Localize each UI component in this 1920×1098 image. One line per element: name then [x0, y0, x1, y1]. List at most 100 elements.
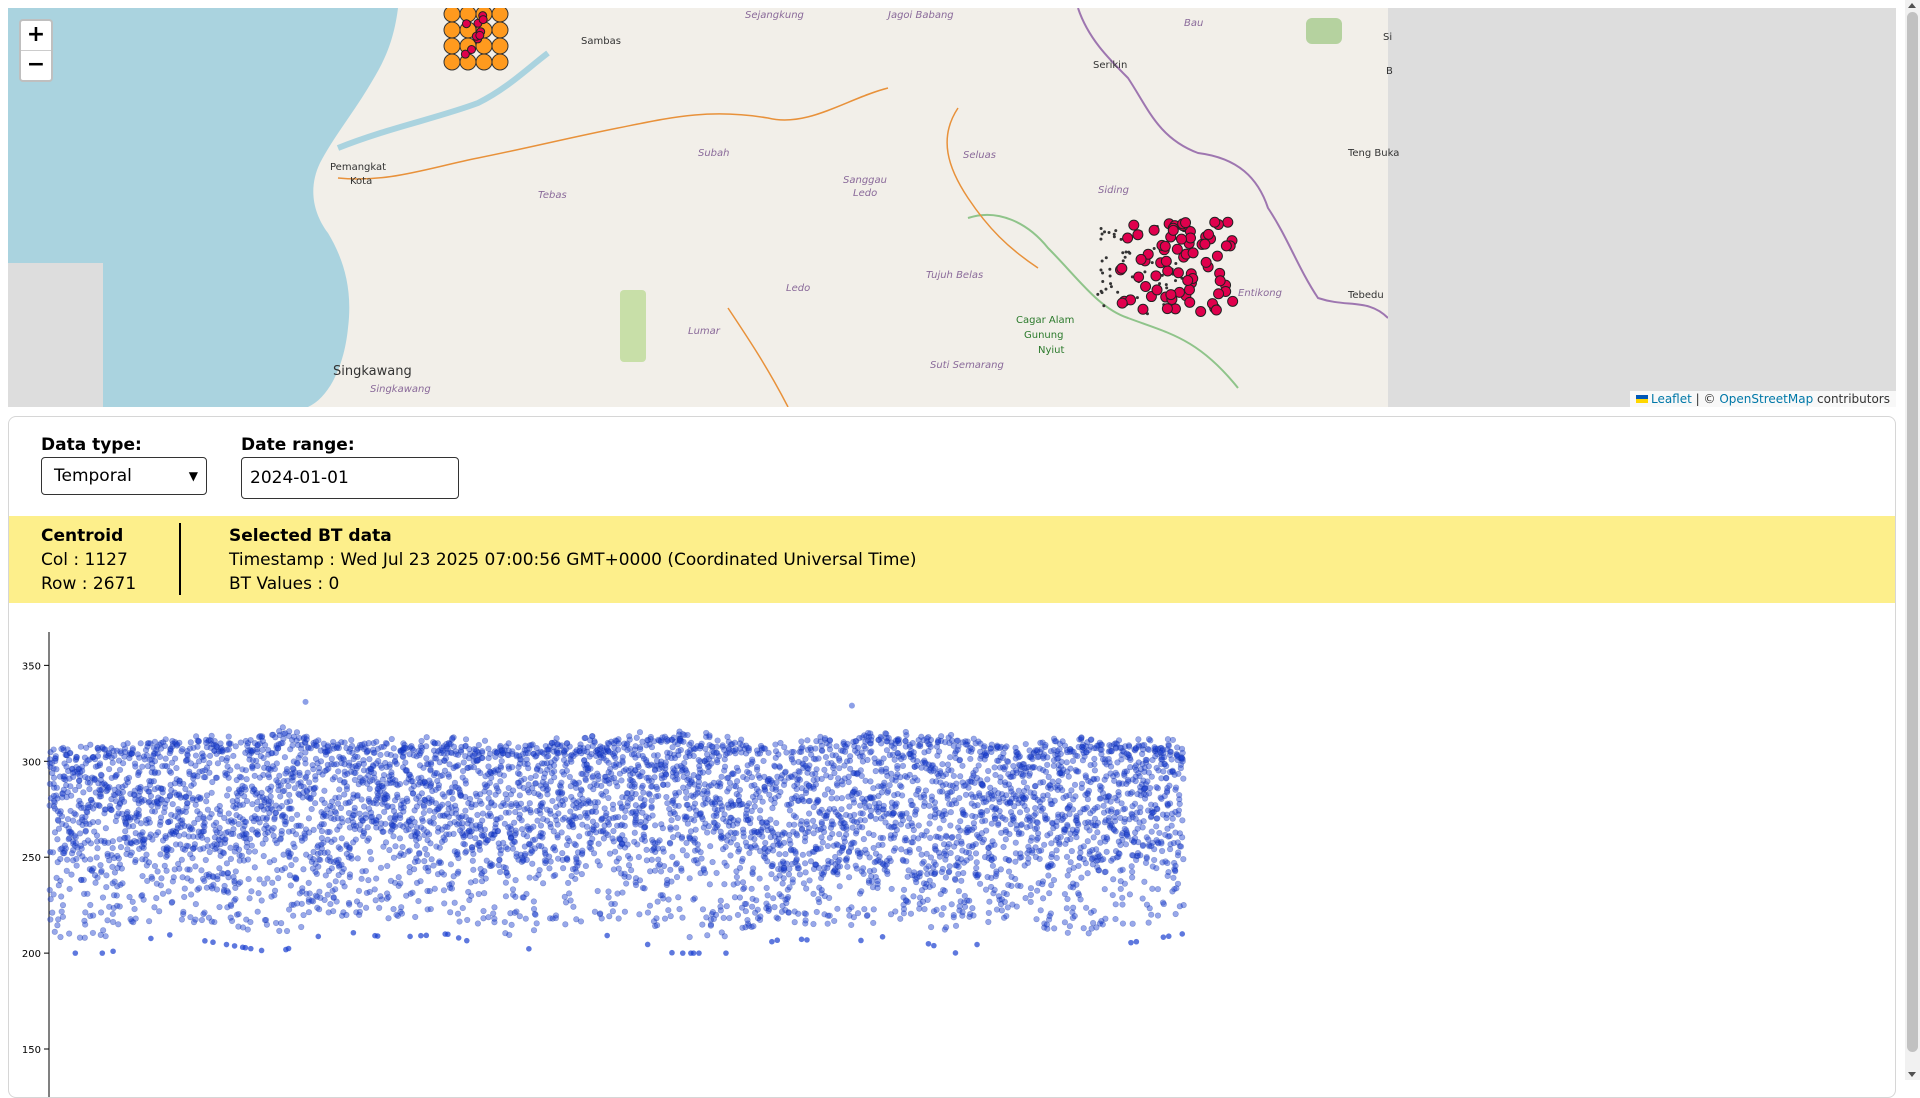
data-point[interactable] — [475, 921, 481, 927]
data-point[interactable] — [50, 850, 56, 856]
orange-marker[interactable] — [492, 22, 508, 38]
data-point[interactable] — [928, 924, 934, 930]
data-point[interactable] — [467, 833, 473, 839]
data-point[interactable] — [781, 875, 787, 881]
data-point[interactable] — [477, 840, 483, 846]
data-point[interactable] — [140, 873, 146, 879]
data-point[interactable] — [330, 739, 336, 745]
data-point[interactable] — [271, 825, 277, 831]
data-point[interactable] — [835, 859, 841, 865]
data-point[interactable] — [992, 887, 998, 893]
data-point[interactable] — [506, 932, 512, 938]
data-point[interactable] — [67, 750, 73, 756]
data-point[interactable] — [410, 791, 416, 797]
data-point[interactable] — [875, 885, 881, 891]
data-point[interactable] — [1011, 815, 1017, 821]
data-point[interactable] — [953, 877, 959, 883]
data-point[interactable] — [202, 938, 208, 944]
data-point[interactable] — [279, 803, 285, 809]
data-point[interactable] — [846, 779, 852, 785]
data-point[interactable] — [444, 811, 450, 817]
data-point[interactable] — [932, 870, 938, 876]
data-point[interactable] — [211, 882, 217, 888]
data-point[interactable] — [516, 745, 522, 751]
data-point[interactable] — [506, 741, 512, 747]
red-marker[interactable] — [1117, 298, 1127, 308]
data-point[interactable] — [148, 936, 154, 942]
data-point[interactable] — [118, 882, 124, 888]
data-point[interactable] — [777, 851, 783, 857]
data-point[interactable] — [190, 827, 196, 833]
data-point[interactable] — [868, 813, 874, 819]
data-point[interactable] — [552, 848, 558, 854]
data-point[interactable] — [919, 852, 925, 858]
data-point[interactable] — [77, 773, 83, 779]
data-point[interactable] — [296, 823, 302, 829]
data-point[interactable] — [100, 895, 106, 901]
data-point[interactable] — [1013, 859, 1019, 865]
data-point[interactable] — [244, 844, 250, 850]
small-marker[interactable] — [1099, 238, 1102, 241]
data-point[interactable] — [825, 913, 831, 919]
data-point[interactable] — [528, 742, 534, 748]
data-point[interactable] — [688, 740, 694, 746]
data-point[interactable] — [81, 877, 87, 883]
data-point[interactable] — [276, 928, 282, 934]
data-point[interactable] — [252, 773, 258, 779]
data-point[interactable] — [498, 763, 504, 769]
data-point[interactable] — [1003, 792, 1009, 798]
data-point[interactable] — [604, 810, 610, 816]
data-point[interactable] — [784, 861, 790, 867]
data-point[interactable] — [237, 879, 243, 885]
data-point[interactable] — [421, 858, 427, 864]
data-point[interactable] — [482, 738, 488, 744]
data-point[interactable] — [99, 868, 105, 874]
data-point[interactable] — [821, 825, 827, 831]
data-point[interactable] — [373, 876, 379, 882]
data-point[interactable] — [555, 835, 561, 841]
red-marker[interactable] — [1166, 290, 1176, 300]
data-point[interactable] — [772, 904, 778, 910]
data-point[interactable] — [855, 745, 861, 751]
red-marker[interactable] — [1186, 233, 1196, 243]
data-point[interactable] — [418, 933, 424, 939]
data-point[interactable] — [99, 950, 105, 956]
data-point[interactable] — [641, 834, 647, 840]
data-point[interactable] — [180, 911, 186, 917]
data-point[interactable] — [477, 824, 483, 830]
data-point[interactable] — [299, 901, 305, 907]
data-point[interactable] — [127, 894, 133, 900]
data-point[interactable] — [649, 744, 655, 750]
data-point[interactable] — [236, 821, 242, 827]
data-point[interactable] — [381, 785, 387, 791]
data-point[interactable] — [989, 857, 995, 863]
data-point[interactable] — [85, 891, 91, 897]
data-point[interactable] — [333, 879, 339, 885]
data-point[interactable] — [681, 760, 687, 766]
data-point[interactable] — [881, 813, 887, 819]
data-point[interactable] — [540, 880, 546, 886]
small-marker[interactable] — [1121, 251, 1124, 254]
data-point[interactable] — [306, 816, 312, 822]
data-point[interactable] — [427, 808, 433, 814]
data-point[interactable] — [457, 919, 463, 925]
data-point[interactable] — [470, 858, 476, 864]
data-point[interactable] — [620, 890, 626, 896]
data-point[interactable] — [628, 796, 634, 802]
data-point[interactable] — [760, 799, 766, 805]
data-point[interactable] — [992, 765, 998, 771]
data-point[interactable] — [986, 919, 992, 925]
data-point[interactable] — [502, 802, 508, 808]
data-point[interactable] — [207, 849, 213, 855]
data-point[interactable] — [293, 832, 299, 838]
data-point[interactable] — [193, 901, 199, 907]
data-point[interactable] — [722, 881, 728, 887]
data-point[interactable] — [375, 933, 381, 939]
small-marker[interactable] — [1143, 270, 1146, 273]
data-point[interactable] — [126, 775, 132, 781]
data-point[interactable] — [749, 886, 755, 892]
data-point[interactable] — [423, 933, 429, 939]
data-point[interactable] — [973, 865, 979, 871]
leaflet-link[interactable]: Leaflet — [1651, 392, 1692, 406]
data-point[interactable] — [109, 807, 115, 813]
